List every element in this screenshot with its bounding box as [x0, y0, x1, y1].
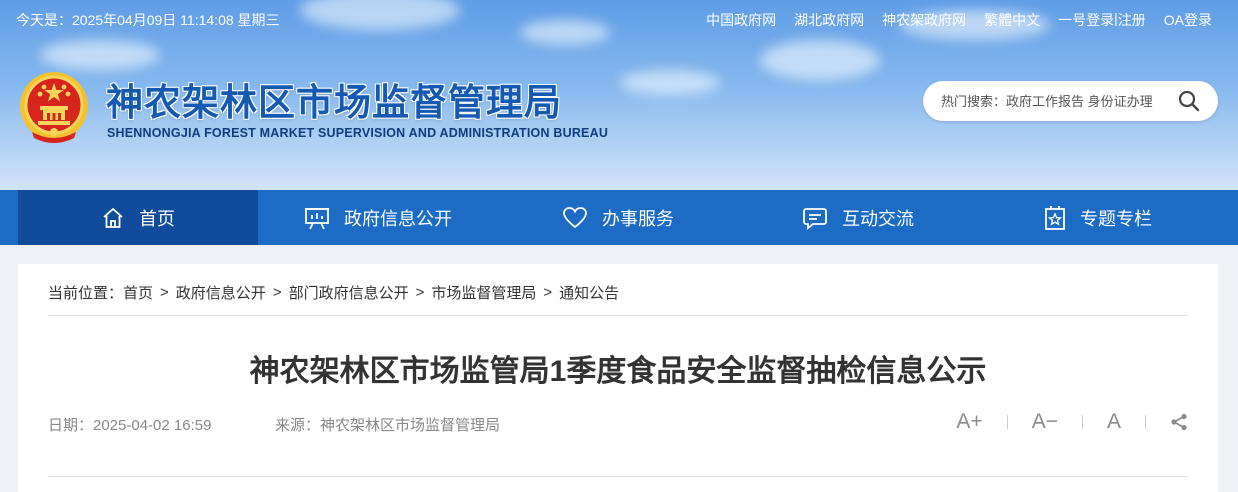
nav-label: 政府信息公开: [344, 208, 452, 229]
nav-label: 办事服务: [602, 208, 674, 229]
article-date: 日期：2025-04-02 16:59: [48, 417, 212, 434]
article-source: 来源：神农架林区市场监督管理局: [275, 417, 501, 434]
tool-separator: [1145, 415, 1146, 429]
main-nav: 首页 政府信息公开 办事服务 互动交流 专题专栏: [0, 190, 1238, 245]
font-smaller-button[interactable]: A−: [1032, 410, 1058, 434]
divider: [48, 315, 1188, 316]
link-register[interactable]: 注册: [1118, 10, 1146, 30]
nav-label: 互动交流: [842, 208, 914, 229]
tool-separator: [1081, 415, 1083, 429]
article-tools: A+ A− A: [956, 410, 1188, 434]
font-default-button[interactable]: A: [1107, 410, 1121, 434]
current-date-text: 今天是：2025年04月09日 11:14:08 星期三: [16, 12, 280, 28]
header-cloud: [40, 40, 160, 70]
breadcrumb-separator: >: [160, 284, 169, 301]
breadcrumb-item-home[interactable]: 首页: [123, 282, 153, 303]
breadcrumb-item-dept-info[interactable]: 部门政府信息公开: [289, 282, 409, 303]
nav-item-services[interactable]: 办事服务: [498, 190, 738, 245]
breadcrumb-item-gov-info[interactable]: 政府信息公开: [176, 282, 266, 303]
presentation-board-icon: [305, 207, 329, 229]
top-links: 中国政府网 湖北政府网 神农架政府网 繁體中文 一号登录 | 注册 OA登录: [688, 10, 1212, 30]
header-cloud: [760, 40, 880, 80]
site-subtitle: SHENNONGJIA FOREST MARKET SUPERVISION AN…: [107, 126, 609, 140]
breadcrumb-item-notices[interactable]: 通知公告: [559, 282, 619, 303]
link-login[interactable]: 一号登录: [1058, 10, 1114, 30]
breadcrumb-separator: >: [543, 284, 553, 301]
font-larger-button[interactable]: A+: [956, 410, 982, 434]
search-icon[interactable]: [1178, 90, 1200, 112]
site-title: 神农架林区市场监督管理局: [106, 80, 562, 124]
nav-item-gov-info[interactable]: 政府信息公开: [258, 190, 498, 245]
tool-separator: [1006, 415, 1008, 429]
nav-label: 首页: [139, 208, 175, 229]
breadcrumb: 当前位置： 首页 > 政府信息公开 > 部门政府信息公开 > 市场监督管理局 >…: [48, 282, 619, 303]
nav-item-home[interactable]: 首页: [18, 190, 258, 245]
nav-label: 专题专栏: [1080, 208, 1152, 229]
search-box: [923, 81, 1218, 121]
breadcrumb-prefix: 当前位置：: [48, 285, 124, 302]
nav-item-special-topics[interactable]: 专题专栏: [978, 190, 1218, 245]
nav-item-interaction[interactable]: 互动交流: [738, 190, 978, 245]
breadcrumb-item-market-bureau[interactable]: 市场监督管理局: [431, 282, 536, 303]
share-icon[interactable]: [1170, 413, 1188, 431]
article-title: 神农架林区市场监管局1季度食品安全监督抽检信息公示: [249, 355, 987, 388]
national-emblem-icon: [20, 72, 88, 143]
heart-icon: [563, 206, 587, 228]
link-oa-login[interactable]: OA登录: [1164, 10, 1212, 30]
top-bar: 今天是：2025年04月09日 11:14:08 星期三 中国政府网 湖北政府网…: [0, 0, 1238, 36]
breadcrumb-separator: >: [415, 284, 425, 301]
link-shennongjia-gov[interactable]: 神农架政府网: [882, 10, 966, 30]
article-card: 当前位置： 首页 > 政府信息公开 > 部门政府信息公开 > 市场监督管理局 >…: [18, 264, 1218, 492]
link-traditional-chinese[interactable]: 繁體中文: [984, 10, 1040, 30]
search-input[interactable]: [941, 91, 1161, 111]
link-hubei-gov[interactable]: 湖北政府网: [794, 10, 864, 30]
badge-star-icon: [1045, 205, 1065, 230]
divider: [48, 476, 1188, 477]
header-cloud: [620, 70, 720, 95]
home-icon: [103, 207, 123, 228]
breadcrumb-separator: >: [272, 284, 282, 301]
link-china-gov[interactable]: 中国政府网: [706, 10, 776, 30]
chat-icon: [803, 207, 827, 230]
site-header: 今天是：2025年04月09日 11:14:08 星期三 中国政府网 湖北政府网…: [0, 0, 1238, 190]
